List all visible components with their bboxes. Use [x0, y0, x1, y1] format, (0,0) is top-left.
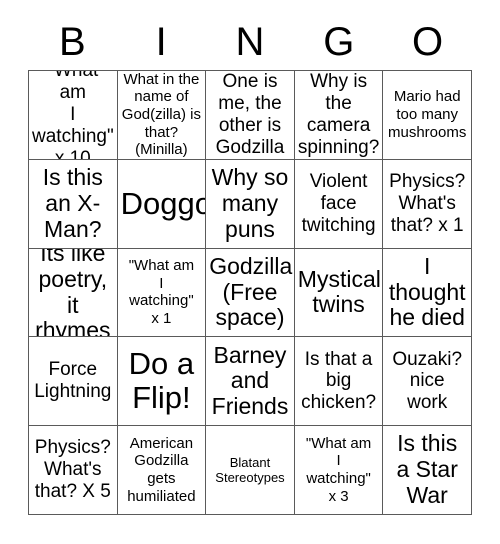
bingo-cell[interactable]: Why is the camera spinning? [294, 71, 384, 160]
bingo-cell[interactable]: Doggo [117, 159, 207, 249]
bingo-cell[interactable]: "What am I watching" x 1 [117, 248, 207, 338]
bingo-cell-label: Physics? What's that? X 5 [34, 437, 111, 503]
bingo-header-letter-b: B [59, 20, 86, 64]
bingo-cell-label: Is this a Star War [396, 430, 458, 508]
bingo-cell[interactable]: Physics? What's that? x 1 [383, 159, 472, 249]
bingo-cell[interactable]: Mystical twins [294, 248, 384, 338]
bingo-cell-label: Ouzaki? nice work [392, 348, 463, 414]
bingo-cell-label: Is that a big chicken? [301, 348, 377, 414]
bingo-cell-label: Do a Flip! [128, 346, 195, 416]
bingo-card: B I N G O "What am I watching" x 10What … [0, 0, 500, 544]
bingo-cell-label: "What am I watching" x 1 [128, 257, 195, 328]
bingo-cell[interactable]: "What am I watching" x 3 [294, 426, 384, 515]
bingo-cell-label: American Godzilla gets humiliated [127, 434, 196, 505]
bingo-cell-label: Force Lightning [34, 359, 112, 403]
bingo-cell-label: Godzilla! (Free space) [209, 252, 295, 331]
bingo-cell[interactable]: Physics? What's that? X 5 [29, 426, 118, 515]
bingo-cell[interactable]: Is this a Star War [383, 426, 472, 515]
bingo-header-letter-n: N [235, 20, 265, 64]
bingo-cell-label: Its like poetry, it rhymes [35, 248, 111, 338]
bingo-cell[interactable]: Its like poetry, it rhymes [29, 248, 118, 338]
bingo-cell[interactable]: I thought he died [383, 248, 472, 338]
bingo-cell-label: I thought he died [388, 252, 466, 331]
bingo-cell[interactable]: Mario had too many mushrooms [383, 71, 472, 160]
bingo-cell[interactable]: American Godzilla gets humiliated [117, 426, 207, 515]
bingo-cell-label: Physics? What's that? x 1 [389, 170, 466, 236]
bingo-cell[interactable]: Force Lightning [29, 337, 118, 427]
bingo-cell[interactable]: Is that a big chicken? [294, 337, 384, 427]
bingo-header-row: B I N G O [28, 14, 472, 70]
bingo-cell[interactable]: Ouzaki? nice work [383, 337, 472, 427]
bingo-cell-label: Violent face twitching [301, 170, 376, 236]
bingo-cell-label: Doggo [120, 185, 207, 221]
bingo-cell[interactable]: What in the name of God(zilla) is that? … [117, 71, 207, 160]
bingo-cell[interactable]: Barney and Friends [206, 337, 295, 427]
bingo-cell-label: Why so many puns [211, 164, 289, 242]
bingo-cell-label: Why is the camera spinning? [297, 71, 380, 158]
bingo-cell-label: Barney and Friends [211, 341, 289, 420]
bingo-cell-free-space[interactable]: Godzilla! (Free space) [206, 248, 295, 338]
bingo-header-letter-g: G [323, 20, 355, 64]
bingo-cell-label: "What am I watching" x 3 [305, 434, 372, 505]
bingo-cell-label: One is me, the other is Godzilla [215, 71, 285, 158]
bingo-grid: "What am I watching" x 10What in the nam… [28, 70, 472, 515]
bingo-cell[interactable]: One is me, the other is Godzilla [206, 71, 295, 160]
bingo-cell[interactable]: Is this an X- Man? [29, 159, 118, 249]
bingo-cell[interactable]: Do a Flip! [117, 337, 207, 427]
bingo-cell-label: Mystical twins [297, 265, 381, 318]
bingo-cell[interactable]: Blatant Stereotypes [206, 426, 295, 515]
bingo-header-letter-i: I [155, 20, 167, 64]
bingo-cell-label: Mario had too many mushrooms [388, 88, 467, 141]
bingo-cell-label: "What am I watching" x 10 [32, 71, 114, 160]
bingo-cell-label: Is this an X- Man? [42, 164, 103, 242]
bingo-cell-label: Blatant Stereotypes [215, 454, 285, 486]
bingo-cell[interactable]: Why so many puns [206, 159, 295, 249]
bingo-cell[interactable]: "What am I watching" x 10 [29, 71, 118, 160]
bingo-cell[interactable]: Violent face twitching [294, 159, 384, 249]
bingo-cell-label: What in the name of God(zilla) is that? … [121, 71, 201, 159]
bingo-header-letter-o: O [412, 20, 444, 64]
